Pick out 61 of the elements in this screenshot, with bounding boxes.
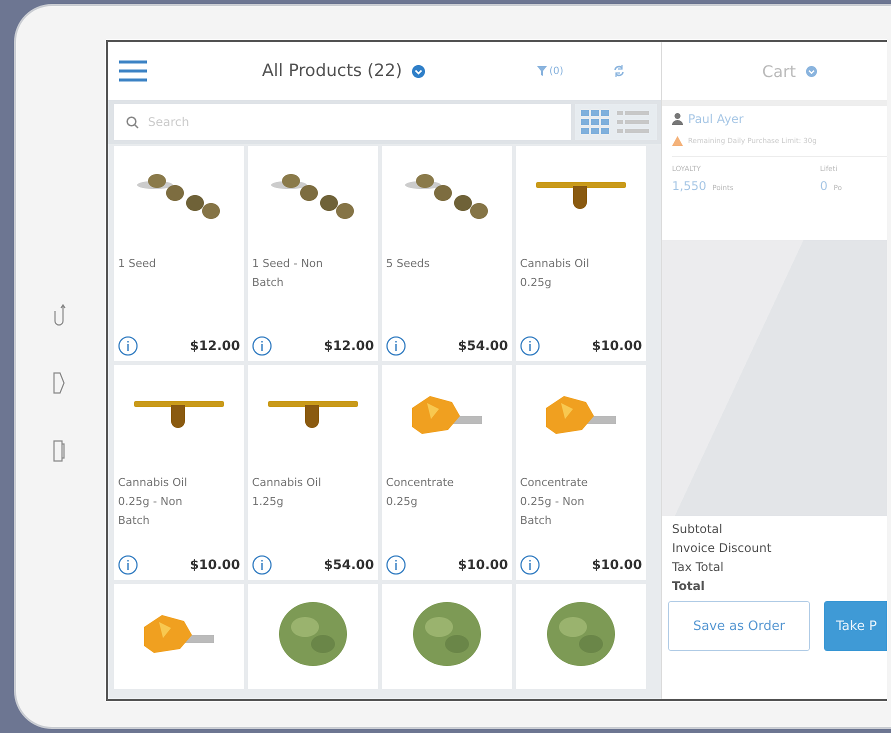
product-card[interactable]: Cannabis Oil 1.25g $54.00 [248,365,378,580]
view-toggle-icon[interactable] [575,104,657,140]
product-price: $10.00 [458,558,508,572]
info-icon[interactable] [252,336,272,356]
product-name: Concentrate 0.25g - Non Batch [520,475,589,529]
product-price: $12.00 [190,338,240,354]
info-icon[interactable] [118,336,138,356]
concentrate-drawing [546,396,616,434]
total-label: Invoice Discount [672,541,772,555]
total-label: Tax Total [672,560,724,574]
card-slot-icon [52,438,66,462]
product-name: Cannabis Oil 0.25g - Non Batch [118,475,188,529]
product-name: Cannabis Oil 1.25g [252,475,322,510]
product-card[interactable] [248,584,378,689]
product-price: $54.00 [324,558,374,572]
product-price: $12.00 [324,338,374,354]
product-name: 1 Seed - Non Batch [252,256,324,291]
product-name: Concentrate 0.25g [386,475,455,510]
concentrate-drawing [144,615,214,653]
search-icon [126,116,139,129]
product-card[interactable]: Cannabis Oil 0.25g $10.00 [516,146,646,361]
product-card[interactable] [516,584,646,689]
product-card[interactable]: 1 Seed - Non Batch $12.00 [248,146,378,361]
product-card[interactable] [114,584,244,689]
product-card[interactable]: 1 Seed $12.00 [114,146,244,361]
headphone-jack-icon [52,302,66,326]
product-price: $10.00 [592,338,642,354]
menu-icon[interactable] [118,59,148,83]
product-card[interactable]: Cannabis Oil 0.25g - Non Batch $10.00 [114,365,244,580]
flower-bud-drawing [279,602,347,666]
port-icon [52,370,66,394]
chevron-circle-icon[interactable] [806,66,817,76]
product-name: 5 Seeds [386,256,431,272]
product-card[interactable] [382,584,512,689]
product-card[interactable]: Concentrate 0.25g - Non Batch $10.00 [516,365,646,580]
concentrate-drawing [412,396,482,434]
product-card[interactable]: 5 Seeds $54.00 [382,146,512,361]
flower-bud-drawing [547,602,615,666]
products-title[interactable]: All Products (22) [262,61,402,81]
total-label: Total [672,579,705,593]
flower-bud-drawing [413,602,481,666]
product-card[interactable]: Concentrate 0.25g $10.00 [382,365,512,580]
info-icon[interactable] [252,555,272,575]
info-icon[interactable] [386,555,406,575]
product-price: $10.00 [190,558,240,572]
info-icon[interactable] [386,336,406,356]
info-icon[interactable] [118,555,138,575]
product-price: $54.00 [458,338,508,354]
chevron-circle-icon[interactable] [412,64,426,78]
info-icon[interactable] [520,555,540,575]
stat-value: 1,550 [672,179,706,193]
warning-icon [672,136,683,146]
product-price: $10.00 [592,558,642,572]
total-label: Subtotal [672,522,722,536]
stat-value: 0 [820,179,828,193]
person-icon [672,113,683,125]
info-icon[interactable] [520,336,540,356]
filter-icon [537,66,548,76]
product-name: Cannabis Oil 0.25g [520,256,590,291]
refresh-icon[interactable] [613,65,626,77]
product-name: 1 Seed [118,256,157,272]
